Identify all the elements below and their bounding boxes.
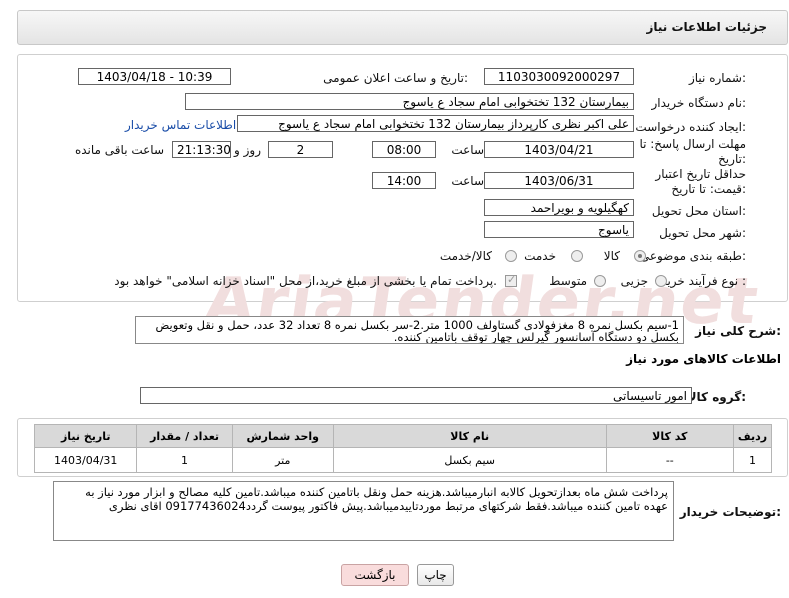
purchase-minor-radio[interactable] xyxy=(655,275,667,287)
category-service-label: خدمت xyxy=(524,249,556,263)
announce-datetime-field: 1403/04/18 - 10:39 xyxy=(78,68,231,85)
remaining-time-field: 21:13:30 xyxy=(172,141,231,158)
goods-table-header: تاریخ نیاز تعداد / مقدار واحد شمارش نام … xyxy=(33,424,772,448)
buyer-org-label: نام دستگاه خریدار: xyxy=(651,96,747,110)
need-number-label: شماره نیاز: xyxy=(688,71,746,85)
city-field: یاسوج xyxy=(484,221,634,238)
purchase-type-label: نوع فرآیند خرید : xyxy=(661,274,746,288)
requester-field: علی اکبر نظری کارپرداز بیمارستان 132 تخت… xyxy=(237,115,634,132)
category-goods-radio[interactable] xyxy=(634,250,646,262)
header-date: تاریخ نیاز xyxy=(33,424,138,448)
province-label: استان محل تحویل: xyxy=(651,204,746,218)
header-unit: واحد شمارش xyxy=(231,424,334,448)
header-row: ردیف xyxy=(733,424,772,448)
goods-group-field: امور تاسیساتی xyxy=(140,387,692,404)
cell-name: سیم بکسل xyxy=(332,447,607,473)
header-name: نام کالا xyxy=(332,424,607,448)
buyer-notes-box: پرداخت شش ماه بعدازتحویل کالابه انبارمیب… xyxy=(53,481,674,541)
price-validity-date-field: 1403/06/31 xyxy=(484,172,634,189)
province-field: کهگیلویه و بویراحمد xyxy=(484,199,634,216)
buyer-contact-link[interactable]: اطلاعات تماس خریدار xyxy=(125,118,236,132)
remaining-time-label: ساعت باقی مانده xyxy=(74,143,164,157)
price-validity-label: حداقل تاریخ اعتبار قیمت: تا تاریخ: xyxy=(655,167,746,196)
reply-deadline-time-field: 08:00 xyxy=(372,141,436,158)
category-goods-service-label: کالا/خدمت xyxy=(439,249,492,263)
category-goods-label: کالا xyxy=(603,249,620,263)
header-quantity: تعداد / مقدار xyxy=(136,424,233,448)
reply-deadline-time-label: ساعت xyxy=(451,143,484,157)
treasury-payment-note: پرداخت تمام یا بخشی از مبلغ خرید،از محل … xyxy=(114,274,497,288)
cell-unit: متر xyxy=(231,447,334,473)
announce-datetime-label: تاریخ و ساعت اعلان عمومی: xyxy=(323,71,468,85)
purchase-medium-radio[interactable] xyxy=(594,275,606,287)
reply-days-field: 2 xyxy=(268,141,333,158)
cell-date: 1403/04/31 xyxy=(33,447,138,473)
buyer-notes-text: پرداخت شش ماه بعدازتحویل کالابه انبارمیب… xyxy=(85,485,668,513)
treasury-payment-checkbox[interactable] xyxy=(505,273,517,287)
header-code: کد کالا xyxy=(605,424,735,448)
purchase-minor-label: جزیی xyxy=(620,274,648,288)
category-service-radio[interactable] xyxy=(571,250,583,262)
cell-quantity: 1 xyxy=(136,447,233,473)
price-validity-time-label: ساعت xyxy=(451,174,484,188)
cell-code: -- xyxy=(605,447,735,473)
reply-days-label: روز و xyxy=(234,143,261,157)
city-label: شهر محل تحویل: xyxy=(659,226,746,240)
category-goods-service-radio[interactable] xyxy=(505,250,517,262)
category-label: طبقه بندی موضوعی: xyxy=(639,249,746,263)
need-number-field: 1103030092000297 xyxy=(484,68,634,85)
purchase-medium-label: متوسط xyxy=(549,274,587,288)
reply-deadline-label: مهلت ارسال پاسخ: تا تاریخ: xyxy=(639,137,746,166)
goods-section-title: اطلاعات کالاهای مورد نیاز xyxy=(626,352,781,366)
page-header: جزئیات اطلاعات نیاز xyxy=(17,10,788,45)
table-row: 1403/04/31 1 متر سیم بکسل -- 1 xyxy=(33,447,772,473)
buyer-notes-label: توضیحات خریدار: xyxy=(679,505,781,519)
price-validity-time-field: 14:00 xyxy=(372,172,436,189)
reply-deadline-date-field: 1403/04/21 xyxy=(484,141,634,158)
buyer-org-field: بیمارستان 132 تختخوابی امام سجاد ع یاسوج xyxy=(185,93,634,110)
need-description-text: 1-سیم بکسل نمره 8 مغزفولادی گستاولف 1000… xyxy=(155,318,679,344)
page-title: جزئیات اطلاعات نیاز xyxy=(646,20,767,34)
print-button[interactable]: چاپ xyxy=(417,564,454,586)
back-button[interactable]: بازگشت xyxy=(341,564,409,586)
need-description-label: شرح کلی نیاز: xyxy=(695,324,781,338)
goods-group-label: گروه کالا: xyxy=(687,390,746,404)
cell-row: 1 xyxy=(733,447,772,473)
need-description-box: 1-سیم بکسل نمره 8 مغزفولادی گستاولف 1000… xyxy=(135,316,684,344)
requester-label: ایجاد کننده درخواست: xyxy=(635,120,746,134)
goods-table: تاریخ نیاز تعداد / مقدار واحد شمارش نام … xyxy=(33,424,772,473)
